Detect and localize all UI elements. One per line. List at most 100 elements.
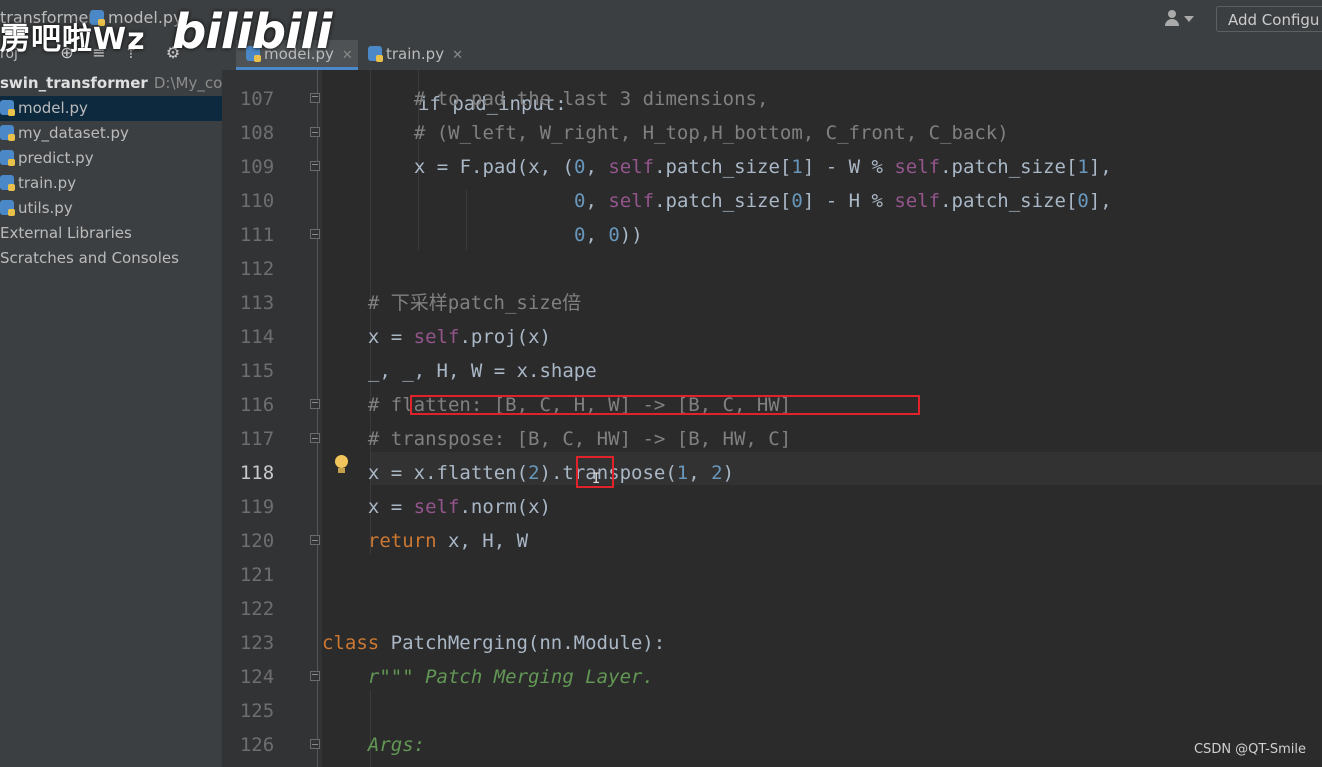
- line-number[interactable]: 109: [222, 150, 292, 184]
- code-line: 108 # (W_left, W_right, H_top,H_bottom, C…: [222, 116, 1322, 150]
- code-token: # 下采样patch_size倍: [367, 292, 582, 314]
- tree-item-label: utils.py: [18, 199, 73, 217]
- code-token: .proj(x): [459, 326, 551, 348]
- line-number[interactable]: 121: [222, 558, 292, 592]
- line-number[interactable]: 125: [222, 694, 292, 728]
- python-file-icon: [0, 100, 15, 116]
- code-token: ): [722, 462, 735, 484]
- close-icon[interactable]: ✕: [342, 48, 353, 63]
- bulb-base: [338, 468, 345, 473]
- line-number[interactable]: 115: [222, 354, 292, 388]
- code-token: PatchMerging(nn.Module):: [390, 632, 666, 654]
- code-token: self: [413, 326, 460, 348]
- code-token: ,: [688, 462, 712, 484]
- code-line: 109 x = F.pad(x, (0, self.patch_size[1] -…: [222, 150, 1322, 184]
- line-number[interactable]: 108: [222, 116, 292, 150]
- fold-marker-icon[interactable]: [310, 399, 320, 409]
- code-token: 0: [1077, 190, 1089, 212]
- code-token: .patch_size[: [654, 156, 792, 178]
- line-number[interactable]: 118: [222, 456, 292, 490]
- code-line: 107 # to pad the last 3 dimensions,: [222, 82, 1322, 116]
- tree-item-my-dataset-py[interactable]: my_dataset.py: [0, 121, 222, 146]
- code-token: 0: [608, 224, 620, 246]
- code-token: ] - H %: [802, 190, 895, 212]
- code-token: x, H, W: [447, 530, 529, 552]
- line-number[interactable]: 126: [222, 728, 292, 762]
- code-token: class: [322, 632, 391, 654]
- line-number[interactable]: 123: [222, 626, 292, 660]
- line-number[interactable]: 110: [222, 184, 292, 218]
- line-number[interactable]: 114: [222, 320, 292, 354]
- python-file-icon: [368, 46, 383, 62]
- close-icon[interactable]: ✕: [452, 48, 463, 63]
- fold-marker-icon[interactable]: [310, 671, 320, 681]
- tree-root-label: swin_transformer: [0, 74, 148, 92]
- code-line-text: r""" Patch Merging Layer.: [368, 660, 654, 694]
- code-line: 120 return x, H, W: [222, 524, 1322, 558]
- code-token: self: [608, 190, 655, 212]
- line-number[interactable]: 116: [222, 388, 292, 422]
- code-token: ],: [1088, 190, 1112, 212]
- chevron-down-icon[interactable]: [1184, 16, 1194, 22]
- annotation-box-flatten-comment: [410, 395, 920, 415]
- intention-bulb-icon[interactable]: [334, 455, 348, 477]
- line-number[interactable]: 124: [222, 660, 292, 694]
- code-token: # (W_left, W_right, H_top,H_bottom, C_fr…: [413, 122, 1009, 144]
- line-number[interactable]: 117: [222, 422, 292, 456]
- user-icon[interactable]: [1164, 10, 1180, 26]
- tree-root[interactable]: swin_transformer D:\My_code: [0, 71, 222, 96]
- tree-item-predict-py[interactable]: predict.py: [0, 146, 222, 171]
- code-line-text: _, _, H, W = x.shape: [368, 354, 597, 388]
- fold-marker-icon[interactable]: [310, 93, 320, 103]
- fold-marker-icon[interactable]: [310, 161, 320, 171]
- tree-item-model-py[interactable]: model.py: [0, 96, 222, 121]
- add-configuration-button[interactable]: Add Configu: [1216, 6, 1322, 32]
- line-number[interactable]: 113: [222, 286, 292, 320]
- code-token: )): [619, 224, 643, 246]
- code-line-text: x = self.norm(x): [368, 490, 551, 524]
- tab-train-py[interactable]: train.py ✕: [368, 40, 478, 70]
- code-token: Args:: [367, 734, 426, 756]
- code-line-text: x = x.flatten(2).transpose(1, 2): [368, 456, 734, 490]
- tree-item-label: model.py: [18, 99, 88, 117]
- tree-item-utils-py[interactable]: utils.py: [0, 196, 222, 221]
- code-line-text: class PatchMerging(nn.Module):: [322, 626, 665, 660]
- tree-item-label: train.py: [18, 174, 77, 192]
- tree-item-label: my_dataset.py: [18, 124, 129, 142]
- editor-tabs: model.py ✕ train.py ✕: [222, 40, 1322, 71]
- tab-label: train.py: [386, 45, 445, 63]
- fold-marker-icon[interactable]: [310, 229, 320, 239]
- code-editor[interactable]: if pad_input: 107 # to pad the last 3 dim…: [222, 70, 1322, 767]
- line-number[interactable]: 120: [222, 524, 292, 558]
- code-token: .patch_size[: [940, 156, 1078, 178]
- code-line: 121: [222, 558, 1322, 592]
- line-number[interactable]: 122: [222, 592, 292, 626]
- code-token: 0: [573, 224, 586, 246]
- fold-marker-icon[interactable]: [310, 127, 320, 137]
- line-number[interactable]: 111: [222, 218, 292, 252]
- line-number[interactable]: 107: [222, 82, 292, 116]
- tree-item-train-py[interactable]: train.py: [0, 171, 222, 196]
- line-number[interactable]: 119: [222, 490, 292, 524]
- code-line-text: Args:: [368, 728, 425, 762]
- tree-item-scratches-and-consoles[interactable]: Scratches and Consoles: [0, 246, 222, 271]
- code-token: .patch_size[: [654, 190, 792, 212]
- code-token: ,: [585, 224, 609, 246]
- code-token: 0: [573, 156, 586, 178]
- code-token: _, _, H, W = x.shape: [367, 360, 597, 382]
- fold-marker-icon[interactable]: [310, 739, 320, 749]
- code-token: x =: [367, 496, 414, 518]
- fold-marker-icon[interactable]: [310, 535, 320, 545]
- code-line: 118 x = x.flatten(2).transpose(1, 2): [222, 456, 1322, 490]
- code-token: .patch_size[: [940, 190, 1078, 212]
- line-number[interactable]: 112: [222, 252, 292, 286]
- code-line: 122: [222, 592, 1322, 626]
- code-token: self: [894, 156, 941, 178]
- code-token: ,: [585, 156, 609, 178]
- fold-marker-icon[interactable]: [310, 433, 320, 443]
- tree-item-external-libraries[interactable]: External Libraries: [0, 221, 222, 246]
- code-token: .norm(x): [459, 496, 551, 518]
- code-line-text: # to pad the last 3 dimensions,: [414, 82, 769, 116]
- code-token: 1: [676, 462, 689, 484]
- code-token: 1: [1077, 156, 1089, 178]
